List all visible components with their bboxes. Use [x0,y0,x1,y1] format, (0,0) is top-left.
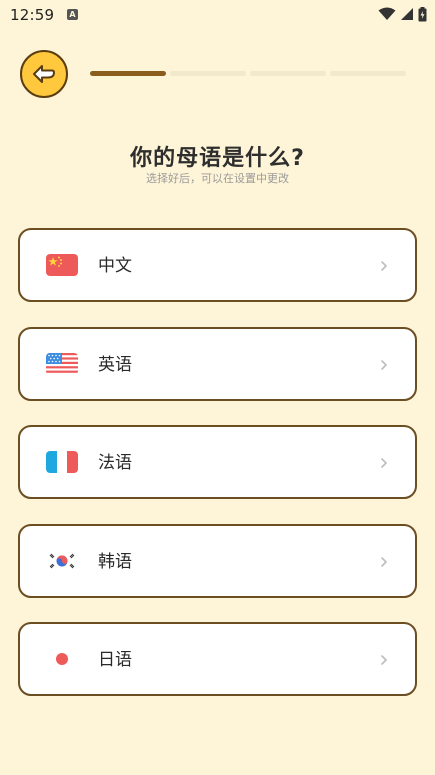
page-subtitle: 选择好后，可以在设置中更改 [146,172,289,185]
signal-icon [401,8,413,20]
chevron-right-icon [381,458,387,468]
language-label: 韩语 [98,551,132,572]
status-time: 12:59 [10,6,55,24]
language-option-french[interactable]: 法语 [18,425,417,499]
status-icons [378,6,427,22]
language-option-korean[interactable]: 韩语 [18,523,417,598]
language-option-japanese[interactable]: 日语 [18,622,417,696]
progress-bar [90,71,406,76]
fr-flag-icon [46,451,78,473]
language-list: 中文 英语 法语 韩语 日语 [18,228,417,721]
cn-flag-icon [46,254,78,276]
wifi-icon [378,7,396,20]
progress-step [170,71,246,76]
progress-step [330,71,406,76]
page-title: 你的母语是什么? [130,146,305,171]
chevron-right-icon [381,359,387,370]
chevron-right-icon [381,655,387,665]
us-flag-icon [46,352,78,375]
progress-step [250,71,326,76]
jp-flag-icon [46,648,78,670]
language-option-english[interactable]: 英语 [18,326,417,401]
language-label: 中文 [98,256,132,276]
status-bar: 12:59 A [0,0,435,30]
progress-step [90,71,166,76]
back-button[interactable] [20,50,68,98]
language-label: 法语 [98,453,132,473]
language-label: 日语 [98,650,132,670]
language-option-chinese[interactable]: 中文 [18,228,417,302]
chevron-right-icon [381,556,387,567]
kr-flag-icon [46,549,78,572]
language-label: 英语 [98,354,132,375]
battery-icon [418,6,427,21]
chevron-right-icon [381,261,387,271]
back-arrow-icon [33,65,55,83]
a-icon: A [67,9,78,20]
